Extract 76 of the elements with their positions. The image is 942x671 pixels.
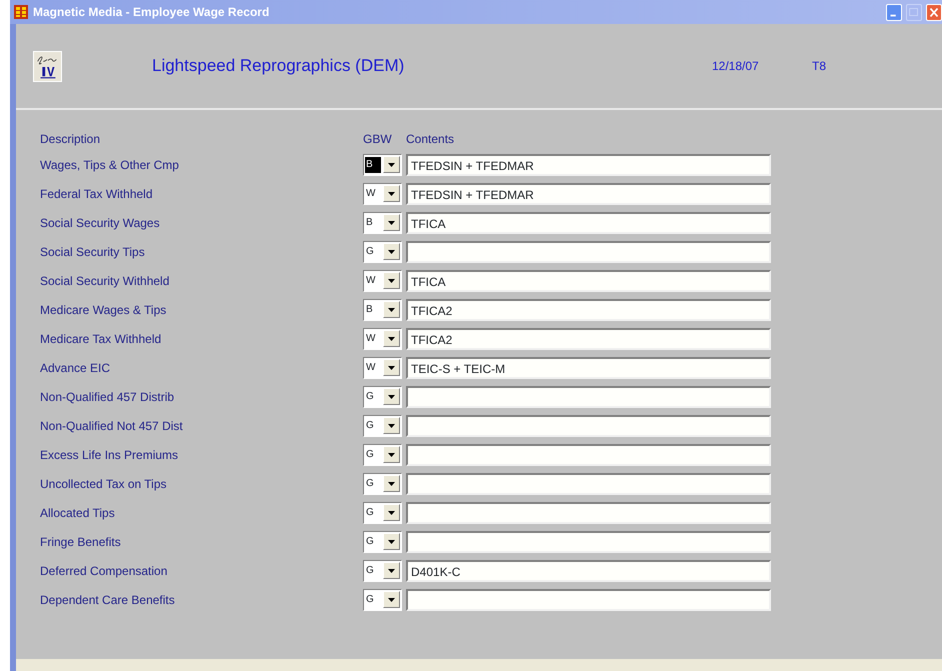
field-label: Allocated Tips (40, 504, 116, 522)
dropdown-arrow-button[interactable] (383, 388, 400, 405)
caret-icon (388, 424, 395, 428)
dropdown-arrow-button[interactable] (383, 156, 400, 173)
date-text: 12/18/07 (712, 58, 760, 75)
contents-field[interactable] (406, 240, 771, 262)
close-button[interactable] (926, 4, 942, 20)
dropdown-arrow-button[interactable] (383, 504, 400, 521)
field-label: Advance EIC (40, 360, 112, 376)
contents-field[interactable]: TFICA (406, 212, 771, 234)
contents-field[interactable]: TFICA (406, 270, 771, 292)
contents-field[interactable] (406, 386, 771, 408)
field-label: Uncollected Tax on Tips (40, 476, 168, 492)
caret-icon (388, 220, 395, 224)
contents-field[interactable]: TFEDSIN + TFEDMAR (406, 182, 771, 204)
contents-field[interactable]: D401K-C (406, 560, 771, 582)
field-label: Social Security Wages (40, 214, 161, 232)
terminal-id: T8 (812, 58, 826, 75)
field-label: Non-Qualified 457 Distrib (40, 388, 176, 406)
field-label: Medicare Wages & Tips (40, 302, 168, 318)
contents-field[interactable] (406, 444, 771, 466)
app-icon (14, 5, 28, 19)
dropdown-arrow-button[interactable] (383, 214, 400, 231)
window-title: Magnetic Media - Employee Wage Record (33, 4, 270, 21)
field-label: Non-Qualified Not 457 Dist (40, 418, 184, 434)
caret-icon (388, 568, 395, 572)
contents-field[interactable] (406, 472, 771, 494)
field-label: Dependent Care Benefits (40, 592, 176, 608)
contents-field[interactable]: TFEDSIN + TFEDMAR (406, 154, 771, 176)
caret-icon (388, 250, 395, 254)
caret-icon (388, 308, 395, 312)
column-header: GBW (363, 131, 393, 148)
dropdown-arrow-button[interactable] (383, 243, 400, 260)
dropdown-arrow-button[interactable] (383, 591, 400, 608)
dropdown-arrow-button[interactable] (383, 562, 400, 579)
field-label: Deferred Compensation (40, 562, 168, 580)
caret-icon (388, 394, 395, 398)
field-label: Social Security Withheld (40, 272, 170, 290)
company-name: Lightspeed Reprographics (DEM) (152, 55, 406, 78)
caret-icon (388, 278, 395, 282)
caret-icon (388, 452, 395, 456)
caret-icon (388, 192, 395, 196)
contents-field[interactable] (406, 530, 771, 552)
caret-icon (388, 162, 395, 166)
field-label: Excess Life Ins Premiums (40, 446, 180, 464)
caret-icon (388, 598, 395, 602)
column-header: Description (40, 131, 102, 148)
contents-field[interactable] (406, 588, 771, 610)
caret-icon (388, 540, 395, 544)
contents-field[interactable]: TEIC-S + TEIC-M (406, 356, 771, 378)
contents-field[interactable] (406, 502, 771, 524)
dropdown-arrow-button[interactable] (383, 185, 400, 202)
caret-icon (388, 366, 395, 370)
field-label: Medicare Tax Withheld (40, 330, 162, 348)
dropdown-arrow-button[interactable] (383, 475, 400, 492)
contents-field[interactable]: TFICA2 (406, 298, 771, 320)
contents-field[interactable] (406, 414, 771, 436)
minimize-button[interactable] (886, 4, 902, 20)
gbw-dropdown[interactable]: B (365, 156, 381, 172)
caret-icon (388, 482, 395, 486)
field-label: Social Security Tips (40, 244, 146, 260)
field-label: Federal Tax Withheld (40, 186, 154, 202)
column-header: Contents (406, 131, 454, 148)
caret-icon (388, 336, 395, 340)
dropdown-arrow-button[interactable] (383, 272, 400, 289)
dropdown-arrow-button[interactable] (383, 359, 400, 376)
field-label: Fringe Benefits (40, 534, 122, 550)
caret-icon (388, 510, 395, 514)
dropdown-arrow-button[interactable] (383, 417, 400, 434)
dropdown-arrow-button[interactable] (383, 301, 400, 318)
field-label: Wages, Tips & Other Cmp (40, 156, 180, 174)
dropdown-arrow-button[interactable] (383, 533, 400, 550)
dropdown-arrow-button[interactable] (383, 330, 400, 347)
dropdown-arrow-button[interactable] (383, 446, 400, 463)
contents-field[interactable]: TFICA2 (406, 328, 771, 350)
logo-icon (33, 50, 62, 82)
